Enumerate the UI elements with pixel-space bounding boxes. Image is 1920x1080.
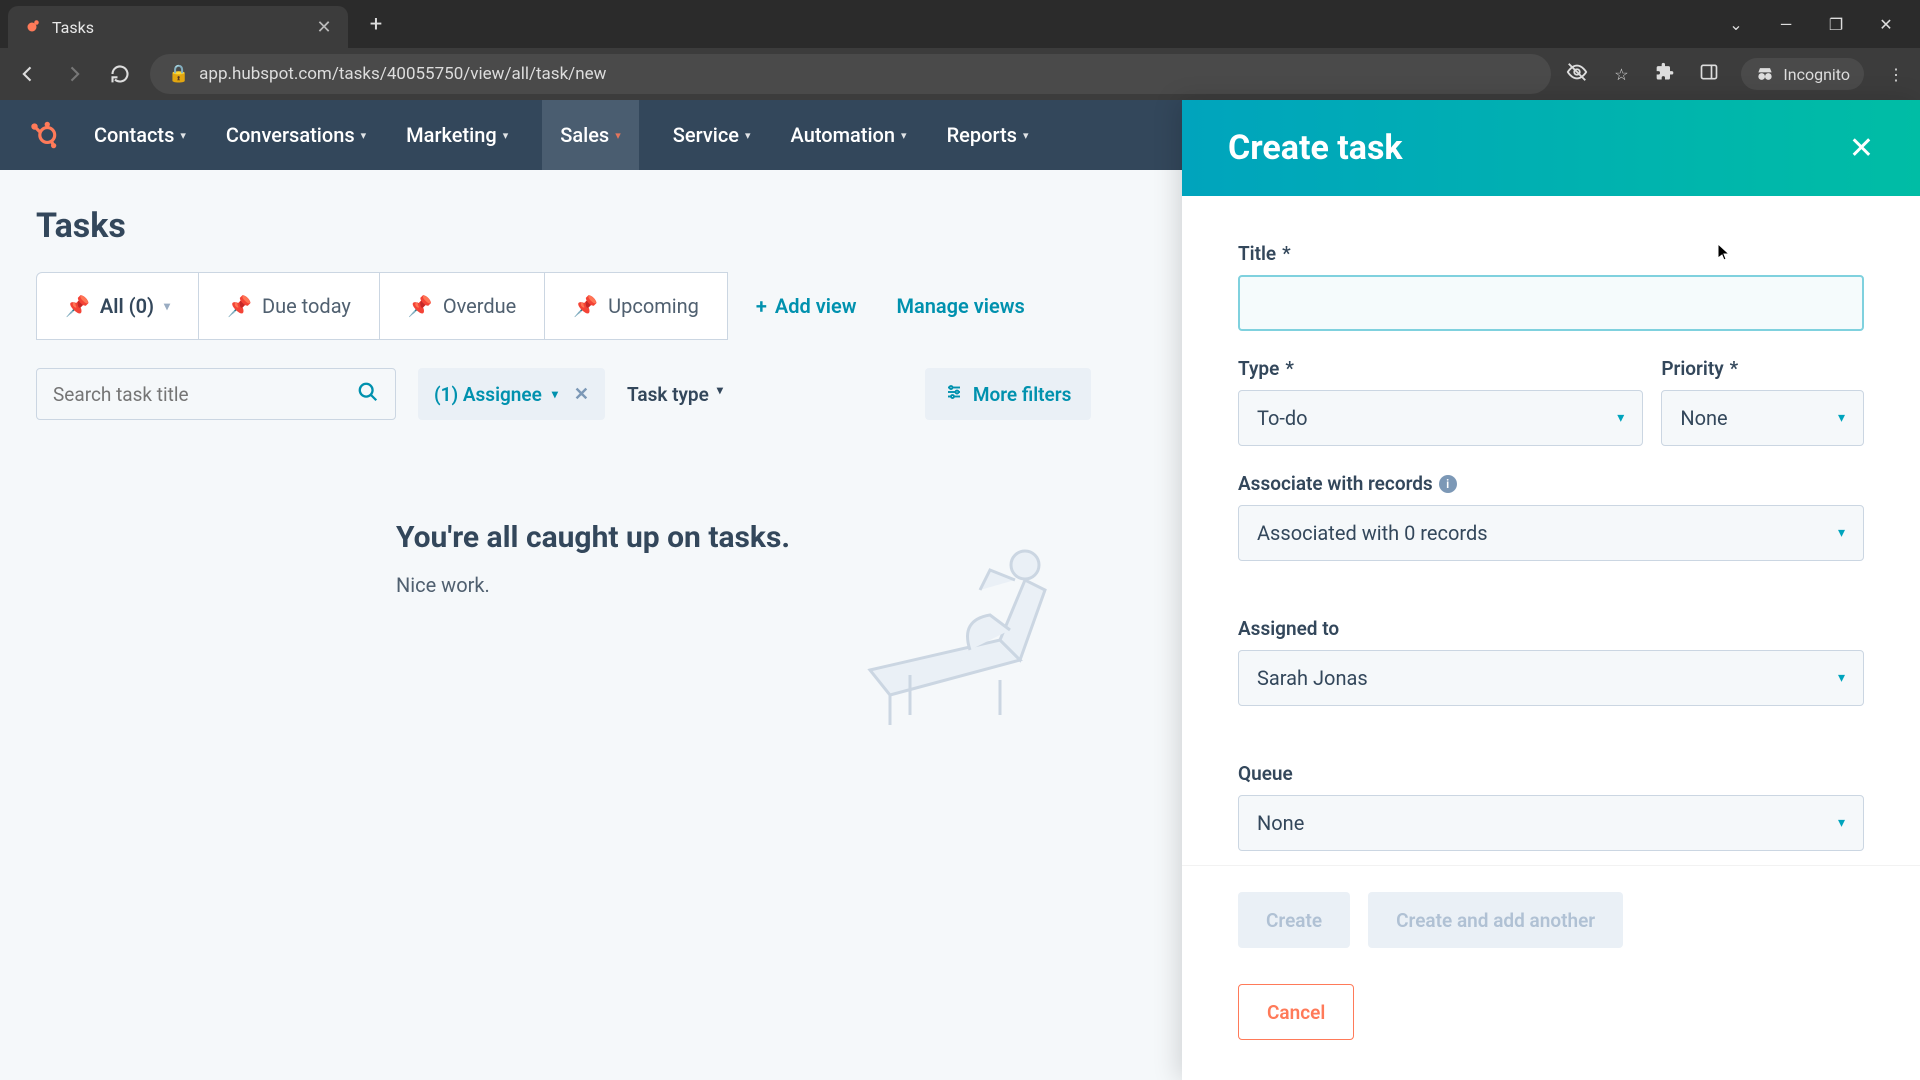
toolbar-right: ☆ Incognito ⋮ <box>1565 58 1908 90</box>
nav-sales[interactable]: Sales▾ <box>542 100 639 170</box>
panel-footer: Create Create and add another Cancel <box>1182 865 1920 1080</box>
tab-bar: Tasks ✕ + ⌄ ― ❐ ✕ <box>0 0 1920 48</box>
browser-chrome: Tasks ✕ + ⌄ ― ❐ ✕ 🔒 app.hubspot.com/task… <box>0 0 1920 100</box>
chevron-down-icon: ▾ <box>745 129 751 142</box>
sidepanel-icon[interactable] <box>1697 62 1721 86</box>
cancel-button[interactable]: Cancel <box>1238 984 1354 1040</box>
chevron-down-icon: ▾ <box>901 129 907 142</box>
close-window-icon[interactable]: ✕ <box>1872 15 1900 34</box>
associate-label: Associate with records i <box>1238 472 1864 495</box>
panel-body: Title* Type* To-do ▾ Priority* None ▾ <box>1182 196 1920 865</box>
pin-icon: 📌 <box>573 294 598 318</box>
window-controls: ⌄ ― ❐ ✕ <box>1722 15 1912 34</box>
tab-search-icon[interactable]: ⌄ <box>1722 15 1750 34</box>
incognito-icon <box>1755 64 1775 84</box>
hubspot-logo-icon[interactable] <box>26 118 60 152</box>
tab-overdue[interactable]: 📌 Overdue <box>380 272 545 340</box>
extensions-icon[interactable] <box>1653 62 1677 86</box>
hubspot-favicon-icon <box>22 17 42 37</box>
empty-heading: You're all caught up on tasks. <box>396 520 790 555</box>
manage-views-link[interactable]: Manage views <box>897 294 1025 318</box>
queue-label: Queue <box>1238 762 1864 785</box>
type-select[interactable]: To-do ▾ <box>1238 390 1643 446</box>
nav-automation[interactable]: Automation▾ <box>785 100 913 170</box>
tab-upcoming[interactable]: 📌 Upcoming <box>545 272 728 340</box>
create-add-another-button[interactable]: Create and add another <box>1368 892 1623 948</box>
incognito-label: Incognito <box>1783 65 1850 84</box>
reload-button[interactable] <box>104 58 136 90</box>
lock-icon: 🔒 <box>168 64 189 84</box>
tab-title: Tasks <box>52 18 304 37</box>
chevron-down-icon: ▾ <box>1838 815 1845 831</box>
eye-off-icon[interactable] <box>1565 61 1589 87</box>
url-bar[interactable]: 🔒 app.hubspot.com/tasks/40055750/view/al… <box>150 54 1551 94</box>
create-task-panel: Create task ✕ Title* Type* To-do ▾ Prior… <box>1182 100 1920 1080</box>
empty-state-text: You're all caught up on tasks. Nice work… <box>396 520 790 597</box>
maximize-icon[interactable]: ❐ <box>1822 15 1850 34</box>
chevron-down-icon: ▾ <box>1838 410 1845 426</box>
chevron-down-icon: ▾ <box>1617 410 1624 426</box>
nav-conversations[interactable]: Conversations▾ <box>220 100 372 170</box>
chevron-down-icon: ▾ <box>361 129 367 142</box>
new-tab-button[interactable]: + <box>358 6 394 42</box>
priority-label: Priority* <box>1661 357 1864 380</box>
title-label: Title* <box>1238 242 1864 265</box>
add-view-button[interactable]: + Add view <box>756 294 857 318</box>
plus-icon: + <box>756 294 767 318</box>
tab-due-today[interactable]: 📌 Due today <box>199 272 380 340</box>
star-icon[interactable]: ☆ <box>1609 65 1633 84</box>
required-asterisk: * <box>1282 242 1291 265</box>
nav-reports[interactable]: Reports▾ <box>941 100 1035 170</box>
clear-filter-icon[interactable]: ✕ <box>574 384 589 405</box>
nav-marketing[interactable]: Marketing▾ <box>400 100 514 170</box>
task-type-filter[interactable]: Task type ▾ <box>627 383 723 406</box>
pin-icon: 📌 <box>408 294 433 318</box>
minimize-icon[interactable]: ― <box>1772 15 1800 34</box>
type-label: Type* <box>1238 357 1643 380</box>
url-text: app.hubspot.com/tasks/40055750/view/all/… <box>199 64 1533 84</box>
close-panel-icon[interactable]: ✕ <box>1849 131 1874 166</box>
create-button[interactable]: Create <box>1238 892 1350 948</box>
chevron-down-icon: ▾ <box>180 129 186 142</box>
back-button[interactable] <box>12 58 44 90</box>
nav-service[interactable]: Service▾ <box>667 100 757 170</box>
info-icon[interactable]: i <box>1439 475 1457 493</box>
panel-title: Create task <box>1228 128 1403 168</box>
required-asterisk: * <box>1730 357 1739 380</box>
browser-tab[interactable]: Tasks ✕ <box>8 6 348 48</box>
associate-select[interactable]: Associated with 0 records ▾ <box>1238 505 1864 561</box>
address-bar: 🔒 app.hubspot.com/tasks/40055750/view/al… <box>0 48 1920 100</box>
pin-icon: 📌 <box>227 294 252 318</box>
chevron-down-icon: ▾ <box>164 299 170 313</box>
more-filters-button[interactable]: More filters <box>925 368 1091 420</box>
incognito-chip[interactable]: Incognito <box>1741 58 1864 90</box>
assigned-select[interactable]: Sarah Jonas ▾ <box>1238 650 1864 706</box>
kebab-menu-icon[interactable]: ⋮ <box>1884 65 1908 84</box>
lounge-illustration-icon <box>850 520 1070 730</box>
pin-icon: 📌 <box>65 294 90 318</box>
search-input[interactable] <box>53 383 357 406</box>
required-asterisk: * <box>1285 357 1294 380</box>
assigned-label: Assigned to <box>1238 617 1864 640</box>
title-input[interactable] <box>1238 275 1864 331</box>
empty-subtext: Nice work. <box>396 573 790 597</box>
chevron-down-icon: ▾ <box>503 129 509 142</box>
tab-all[interactable]: 📌 All (0) ▾ <box>36 272 199 340</box>
nav-contacts[interactable]: Contacts▾ <box>88 100 192 170</box>
search-icon[interactable] <box>357 381 379 408</box>
search-box[interactable] <box>36 368 396 420</box>
close-tab-icon[interactable]: ✕ <box>314 17 334 37</box>
chevron-down-icon: ▾ <box>1838 525 1845 541</box>
chevron-down-icon: ▾ <box>717 383 723 406</box>
chevron-down-icon: ▾ <box>615 129 621 142</box>
forward-button[interactable] <box>58 58 90 90</box>
chevron-down-icon: ▾ <box>1023 129 1029 142</box>
sliders-icon <box>945 383 963 406</box>
assignee-filter-chip[interactable]: (1) Assignee ▾ ✕ <box>418 368 605 420</box>
panel-header: Create task ✕ <box>1182 100 1920 196</box>
priority-select[interactable]: None ▾ <box>1661 390 1864 446</box>
chevron-down-icon: ▾ <box>552 387 558 401</box>
chevron-down-icon: ▾ <box>1838 670 1845 686</box>
queue-select[interactable]: None ▾ <box>1238 795 1864 851</box>
